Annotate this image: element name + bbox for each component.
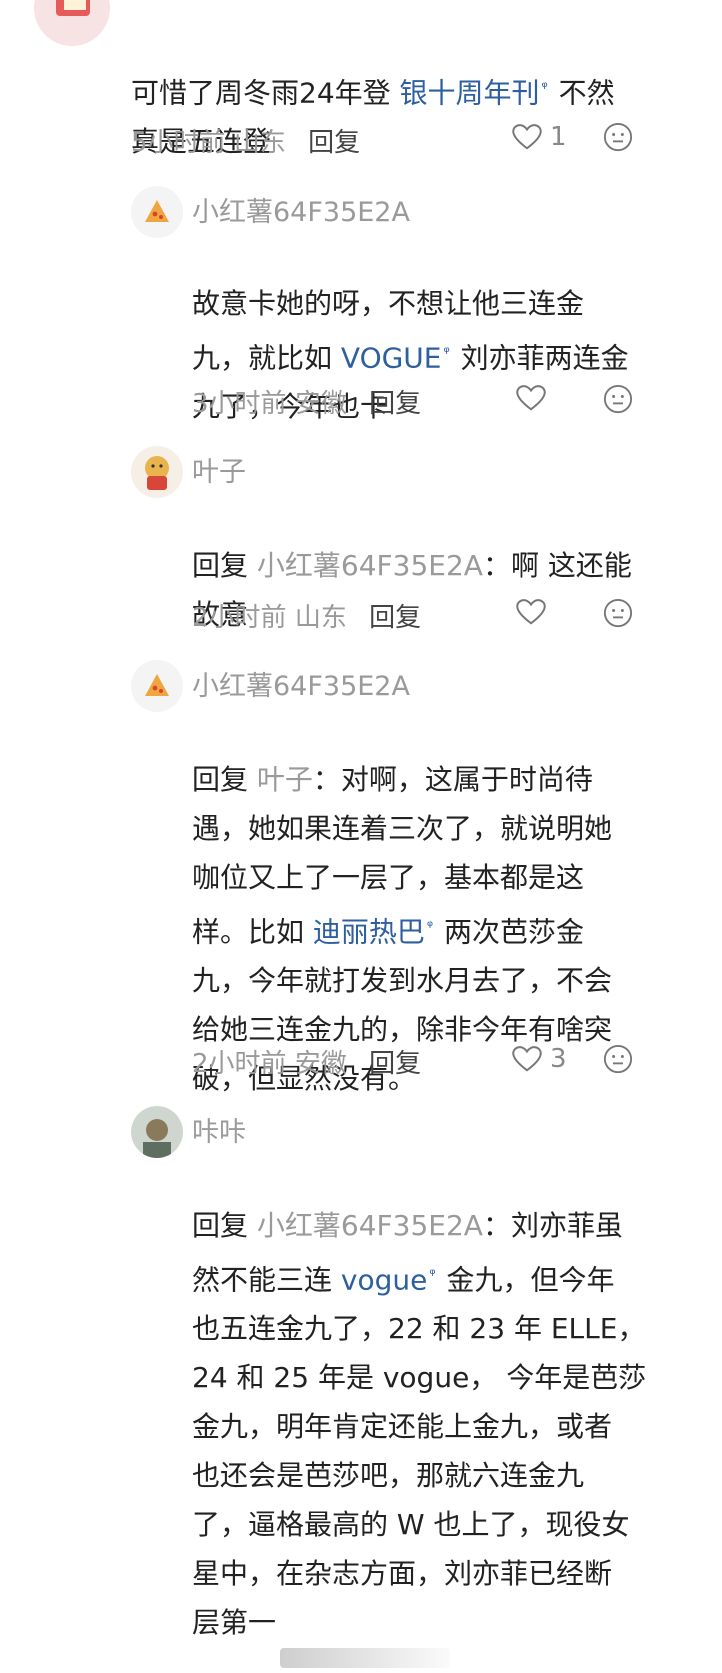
heart-outline-icon: [512, 1046, 542, 1072]
emoji-button[interactable]: [603, 1044, 633, 1074]
like-button[interactable]: [516, 384, 554, 412]
heart-outline-icon: [516, 385, 546, 411]
search-link[interactable]: 迪丽热巴: [313, 915, 425, 948]
like-button[interactable]: 1: [512, 122, 567, 152]
comment-meta: 3小时前 安徽 回复: [192, 389, 422, 419]
avatar[interactable]: [131, 1106, 183, 1158]
heart-outline-icon: [512, 124, 542, 150]
mention-link[interactable]: 叶子: [257, 763, 313, 796]
reply-button[interactable]: 回复: [369, 1049, 421, 1079]
neutral-face-icon: [603, 122, 633, 152]
like-count: 1: [550, 122, 567, 152]
username[interactable]: 叶子: [192, 450, 246, 489]
avatar[interactable]: [131, 446, 183, 498]
username[interactable]: 咔咔: [192, 1110, 246, 1149]
username[interactable]: 小红薯64F35E2A: [192, 664, 410, 703]
comment-meta: 2小时前 安徽 回复: [192, 1049, 422, 1079]
search-icon: ᵠ: [541, 78, 548, 96]
mention-link[interactable]: 小红薯64F35E2A: [257, 549, 483, 582]
neutral-face-icon: [603, 384, 633, 414]
like-button[interactable]: 3: [512, 1044, 567, 1074]
heart-outline-icon: [516, 599, 546, 625]
comment-body: 回复 小红薯64F35E2A：刘亦菲虽 然不能三连 vogue ᵠ 金九，但今年 …: [192, 1209, 647, 1640]
username[interactable]: 小红薯64F35E2A: [192, 190, 410, 229]
like-button[interactable]: [516, 598, 554, 626]
search-icon: ᵠ: [429, 1265, 436, 1283]
avatar[interactable]: [34, 0, 110, 46]
neutral-face-icon: [603, 598, 633, 628]
avatar[interactable]: [131, 660, 183, 712]
like-count: 3: [550, 1044, 567, 1074]
search-icon: ᵠ: [426, 917, 434, 935]
search-link[interactable]: VOGUE: [341, 341, 442, 374]
mention-link[interactable]: 小红薯64F35E2A: [257, 1209, 483, 1242]
search-icon: ᵠ: [443, 343, 450, 361]
avatar[interactable]: [131, 186, 183, 238]
watermark: [280, 1648, 450, 1668]
reply-button[interactable]: 回复: [308, 128, 360, 158]
reply-button[interactable]: 回复: [369, 389, 421, 419]
emoji-button[interactable]: [603, 384, 633, 414]
emoji-button[interactable]: [603, 122, 633, 152]
neutral-face-icon: [603, 1044, 633, 1074]
comment-meta: 5小时前 山东 回复: [131, 128, 361, 158]
search-link[interactable]: vogue: [341, 1263, 427, 1296]
emoji-button[interactable]: [603, 598, 633, 628]
reply-button[interactable]: 回复: [369, 603, 421, 633]
comment-meta: 2小时前 山东 回复: [192, 603, 422, 633]
search-link[interactable]: 银十周年刊: [400, 76, 540, 109]
